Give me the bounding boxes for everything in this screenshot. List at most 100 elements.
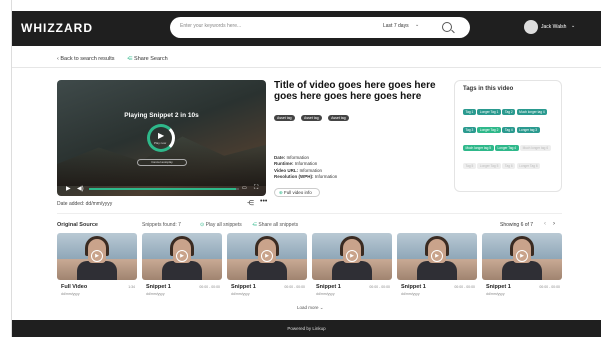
play-now-label: Play now: [154, 141, 167, 145]
snippet-card[interactable]: ▶ Snippet 1 00:00 - 00:00 dd/mm/yyyy: [312, 233, 392, 303]
play-all-label: Play all snippets: [205, 222, 242, 228]
tags-list: Tag 1 Longer Tag 1 Tag 2 Much longer tag 4 T…: [463, 100, 553, 172]
play-icon[interactable]: ▶: [261, 250, 273, 262]
tag-chip[interactable]: Tag 6: [502, 163, 516, 169]
card-title: Snippet 1: [146, 284, 171, 290]
share-all-button[interactable]: ⋲ Share all snippets: [252, 222, 298, 228]
top-bar: WHIZZARD Enter your keywords here... Las…: [12, 11, 601, 46]
divider: [57, 213, 562, 214]
card-title: Snippet 1: [316, 284, 341, 290]
card-time: 00:00 - 00:00: [454, 285, 475, 289]
card-date: dd/mm/yyyy: [316, 292, 335, 296]
chevron-down-icon[interactable]: ⌄: [415, 22, 419, 28]
tag-chip[interactable]: Longer Tag 6: [516, 163, 541, 169]
tag-chip[interactable]: Longer Tag 4: [495, 145, 519, 151]
tag-chip[interactable]: Longer Tag 5: [477, 163, 501, 169]
card-title: Snippet 1: [231, 284, 256, 290]
card-title: Snippet 1: [401, 284, 426, 290]
tag-chip[interactable]: Tag 2: [502, 109, 516, 115]
fullscreen-icon[interactable]: ⛶: [254, 185, 258, 192]
play-all-button[interactable]: ⊙ Play all snippets: [200, 222, 242, 228]
share-icon: ⋲: [252, 222, 257, 228]
footer: Powered by Linkup: [12, 320, 601, 337]
play-icon[interactable]: ▶: [176, 250, 188, 262]
snippet-cards: ▶ Full Video 1:34 dd/mm/yyyy ▶ Snippet 1 00:00…: [57, 233, 577, 303]
tag-chip[interactable]: Longer Tag 2: [477, 127, 501, 133]
info-label: Resolution (WPH):: [274, 174, 314, 180]
user-name[interactable]: Jack Walsh: [541, 24, 566, 30]
play-icon[interactable]: ▶: [346, 250, 358, 262]
back-link-label[interactable]: Back to search results: [60, 56, 114, 62]
tag-chip[interactable]: Much longer tag 6: [520, 145, 551, 151]
card-title: Snippet 1: [486, 284, 511, 290]
original-source-label: Original Source: [57, 222, 98, 228]
tag-chip[interactable]: Longer Tag 1: [477, 109, 501, 115]
tags-panel: Tags in this video Tag 1 Longer Tag 1 Tag …: [454, 80, 562, 192]
thumbnail-person-body: [332, 261, 372, 280]
info-icon: ⊕: [279, 190, 283, 195]
card-time: 00:00 - 00:00: [284, 285, 305, 289]
tag-chip[interactable]: Much longer tag 5: [463, 145, 494, 151]
share-search-button[interactable]: ⋲ Share Search: [127, 56, 168, 62]
video-title: Title of video goes here goes here goes …: [274, 80, 436, 102]
tag-chip[interactable]: Much longer tag 4: [516, 109, 548, 115]
search-bar[interactable]: Enter your keywords here... Last 7 days …: [170, 17, 470, 38]
tag-chip[interactable]: Tag 3: [463, 127, 476, 133]
video-player[interactable]: Playing Snippet 2 in 10s ▶ Play now Canc…: [57, 80, 266, 196]
date-range-select[interactable]: Last 7 days: [383, 23, 409, 29]
tag-chip[interactable]: Tag 4: [502, 127, 516, 133]
card-time: 00:00 - 00:00: [199, 285, 220, 289]
play-icon[interactable]: ▶: [66, 185, 71, 192]
tag-chip[interactable]: Tag 5: [463, 163, 476, 169]
info-value: Information: [294, 161, 318, 167]
video-thumbnail[interactable]: ▶: [397, 233, 477, 280]
load-more-label: Load more: [297, 305, 319, 310]
info-value: Information: [314, 174, 338, 180]
snippet-card[interactable]: ▶ Snippet 1 00:00 - 00:00 dd/mm/yyyy: [142, 233, 222, 303]
full-video-card[interactable]: ▶ Full Video 1:34 dd/mm/yyyy: [57, 233, 137, 303]
play-icon[interactable]: ▶: [431, 250, 443, 262]
previous-icon[interactable]: ‹: [544, 221, 546, 227]
chevron-down-icon[interactable]: ⌄: [571, 23, 575, 29]
volume-icon[interactable]: ◀): [77, 185, 84, 192]
app-logo[interactable]: WHIZZARD: [21, 21, 93, 35]
video-info: Date: Information Runtime: Information V…: [274, 155, 337, 181]
full-video-info-button[interactable]: ⊕ Full video info: [274, 188, 320, 197]
video-thumbnail[interactable]: ▶: [482, 233, 562, 280]
tag-chip[interactable]: Longer tag 3: [516, 127, 540, 133]
card-date: dd/mm/yyyy: [486, 292, 505, 296]
video-thumbnail[interactable]: ▶: [227, 233, 307, 280]
autoplay-message: Playing Snippet 2 in 10s: [124, 112, 199, 119]
card-time: 00:00 - 00:00: [369, 285, 390, 289]
search-input[interactable]: Enter your keywords here...: [180, 23, 241, 29]
cancel-autoplay-button[interactable]: Cancel autoplay: [137, 159, 187, 166]
asset-tag[interactable]: Asset tag: [328, 115, 349, 121]
tags-panel-title: Tags in this video: [463, 86, 514, 92]
thumbnail-person-body: [417, 261, 457, 280]
play-now-button[interactable]: ▶ Play now: [147, 124, 175, 152]
card-date: dd/mm/yyyy: [231, 292, 250, 296]
snippet-card[interactable]: ▶ Snippet 1 00:00 - 00:00 dd/mm/yyyy: [482, 233, 562, 303]
video-thumbnail[interactable]: ▶: [57, 233, 137, 280]
snippet-card[interactable]: ▶ Snippet 1 00:00 - 00:00 dd/mm/yyyy: [397, 233, 477, 303]
avatar[interactable]: [524, 20, 538, 34]
info-label: Video URL:: [274, 167, 299, 173]
more-options-icon[interactable]: •••: [260, 198, 267, 205]
play-icon[interactable]: ▶: [91, 250, 103, 262]
snippets-found: Snippets found: 7: [142, 222, 181, 228]
card-time: 00:00 - 00:00: [539, 285, 560, 289]
asset-tag[interactable]: Asset tag: [301, 115, 322, 121]
video-thumbnail[interactable]: ▶: [312, 233, 392, 280]
play-icon[interactable]: ▶: [516, 250, 528, 262]
captions-icon[interactable]: ▭: [242, 185, 247, 191]
search-icon[interactable]: [442, 22, 452, 32]
tag-chip[interactable]: Tag 1: [463, 109, 476, 115]
back-link[interactable]: ‹ Back to search results: [57, 56, 114, 62]
next-icon[interactable]: ›: [553, 221, 555, 227]
snippet-card[interactable]: ▶ Snippet 1 00:00 - 00:00 dd/mm/yyyy: [227, 233, 307, 303]
info-value: Information: [286, 155, 310, 160]
asset-tag[interactable]: Asset tag: [274, 115, 295, 121]
share-icon[interactable]: ⋲: [247, 199, 254, 207]
video-thumbnail[interactable]: ▶: [142, 233, 222, 280]
load-more-button[interactable]: Load more ⌄: [297, 305, 324, 311]
